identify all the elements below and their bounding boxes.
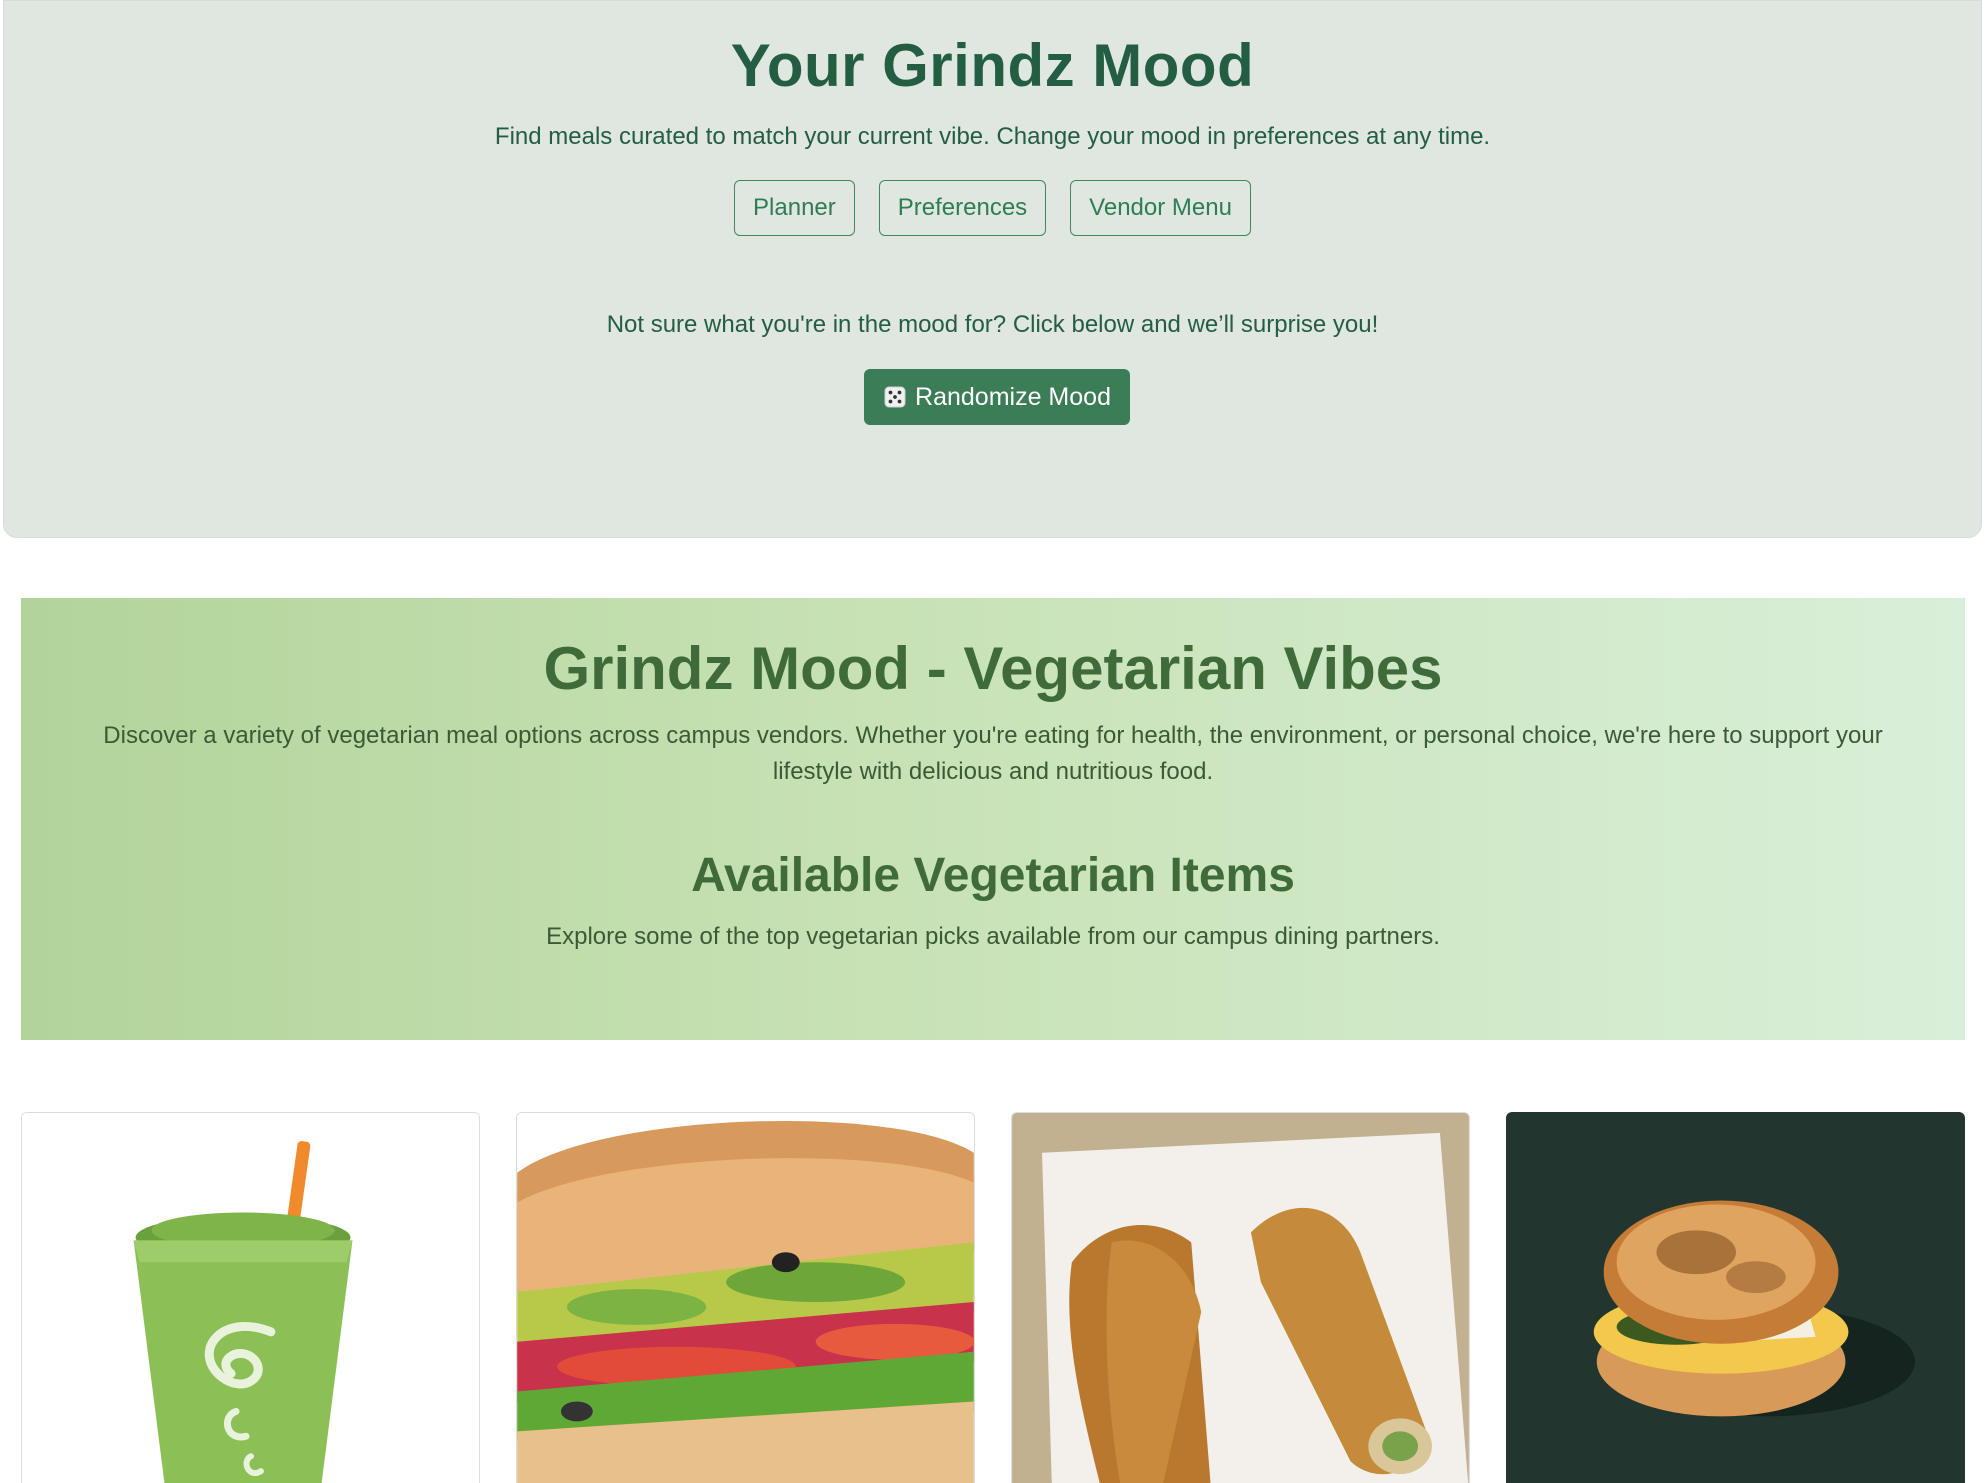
vegetarian-items-grid	[21, 1112, 1965, 1483]
items-title: Available Vegetarian Items	[691, 849, 1295, 902]
item-card-smoothie[interactable]	[21, 1112, 480, 1483]
randomize-mood-label: Randomize Mood	[915, 382, 1111, 411]
spring-rolls-image	[1012, 1113, 1469, 1483]
surprise-prompt: Not sure what you're in the mood for? Cl…	[606, 311, 1379, 338]
vendor-menu-button[interactable]: Vendor Menu	[1070, 180, 1251, 236]
vegetarian-title: Grindz Mood - Vegetarian Vibes	[543, 635, 1443, 702]
veggie-sub-sandwich-image	[517, 1113, 974, 1483]
mood-nav: Planner Preferences Vendor Menu	[4, 180, 1981, 236]
planner-button[interactable]: Planner	[734, 180, 855, 236]
items-subtitle: Explore some of the top vegetarian picks…	[546, 923, 1440, 950]
vegetarian-description: Discover a variety of vegetarian meal op…	[103, 722, 1883, 785]
page-title: Your Grindz Mood	[730, 32, 1255, 99]
vegetarian-banner: Grindz Mood - Vegetarian Vibes Discover …	[21, 598, 1965, 1040]
preferences-button[interactable]: Preferences	[878, 180, 1047, 236]
page: Your Grindz Mood Find meals curated to m…	[0, 0, 1986, 1483]
randomize-mood-button[interactable]: Randomize Mood	[864, 369, 1130, 425]
item-card-spring-rolls[interactable]	[1011, 1112, 1470, 1483]
green-smoothie-image	[22, 1113, 479, 1483]
page-subtitle: Find meals curated to match your current…	[494, 123, 1491, 150]
egg-pesto-sandwich-image	[1507, 1113, 1964, 1483]
item-card-egg-sandwich[interactable]	[1506, 1112, 1965, 1483]
mood-panel: Your Grindz Mood Find meals curated to m…	[3, 0, 1982, 538]
item-card-sub-sandwich[interactable]	[516, 1112, 975, 1483]
dice-icon	[883, 385, 907, 409]
